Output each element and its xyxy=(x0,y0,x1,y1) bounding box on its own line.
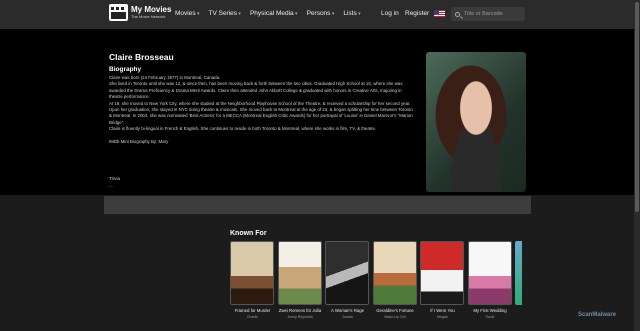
movie-poster[interactable] xyxy=(372,241,417,305)
movie-role: Suzie xyxy=(485,315,495,319)
bio-paragraph: She lived in Toronto until she was 12, &… xyxy=(109,81,403,100)
movie-role: Jenny Reynolds xyxy=(287,315,313,319)
login-link[interactable]: Log in xyxy=(381,10,399,17)
logo-subtitle: The Movie Network xyxy=(131,14,166,19)
movie-card[interactable]: My First Wedding Suzie xyxy=(467,241,513,319)
register-link[interactable]: Register xyxy=(405,10,429,17)
person-photo xyxy=(426,52,526,192)
trivia-label: Trivia xyxy=(109,176,121,181)
movie-poster[interactable] xyxy=(325,241,369,305)
biography-heading: Biography xyxy=(109,66,142,73)
search-icon xyxy=(455,11,460,17)
movie-role: Jordan xyxy=(342,315,353,319)
movie-poster[interactable] xyxy=(467,241,512,305)
movie-poster[interactable] xyxy=(230,241,274,305)
bio-paragraph: Claire is fluently bi-lingual in French … xyxy=(109,126,377,132)
movie-card[interactable]: A Woman's Rage Jordan xyxy=(325,241,370,319)
nav-movies[interactable]: Movies xyxy=(175,10,200,17)
movie-title[interactable]: A Woman's Rage xyxy=(325,308,370,313)
site-logo[interactable]: My Movies The Movie Network xyxy=(109,4,171,21)
biography-text: Claire was born (24 February 1977) in Mo… xyxy=(109,75,415,145)
watermark: ScanMalware xyxy=(578,312,617,318)
movie-poster[interactable] xyxy=(277,241,322,305)
known-for-heading: Known For xyxy=(230,230,267,237)
search-placeholder: Title or Barcode xyxy=(464,11,503,17)
movie-poster-partial[interactable] xyxy=(515,241,522,305)
section-divider xyxy=(104,196,531,214)
movie-card[interactable]: Framed for Murder Charlie xyxy=(230,241,275,319)
top-navigation: My Movies The Movie Network Movies TV Se… xyxy=(0,0,634,29)
person-name: Claire Brosseau xyxy=(109,52,174,62)
movie-title[interactable]: Zwei Romeos für Julia xyxy=(278,308,323,313)
movie-role: Charlie xyxy=(246,315,259,319)
logo-title: My Movies xyxy=(131,5,172,14)
nav-tv-series[interactable]: TV Series xyxy=(209,10,241,17)
movie-title[interactable]: Framed for Murder xyxy=(230,308,275,313)
movie-role: Megan xyxy=(437,315,448,319)
movie-title[interactable]: My First Wedding xyxy=(468,308,513,313)
known-for-list: Framed for Murder Charlie Zwei Romeos fü… xyxy=(230,241,522,319)
movie-poster[interactable] xyxy=(420,241,464,305)
movie-card[interactable]: If I Were You Megan xyxy=(420,241,465,319)
main-menu: Movies TV Series Physical Media Persons … xyxy=(175,10,370,17)
nav-persons[interactable]: Persons xyxy=(307,10,335,17)
trivia-more[interactable]: ... xyxy=(109,183,113,188)
page-scrollbar[interactable] xyxy=(634,0,640,331)
search-input[interactable]: Title or Barcode xyxy=(451,7,525,21)
clapperboard-icon xyxy=(109,4,128,21)
movie-title[interactable]: If I Were You xyxy=(420,308,465,313)
nav-lists[interactable]: Lists xyxy=(343,10,360,17)
bio-credit: IMDb Mini Biography By: Mary xyxy=(109,139,169,145)
movie-card[interactable]: Zwei Romeos für Julia Jenny Reynolds xyxy=(277,241,323,319)
movie-card[interactable]: Geraldine's Fortune Make-Up Girl xyxy=(372,241,418,319)
movie-role: Make-Up Girl xyxy=(384,315,406,319)
bio-paragraph: At 19, she moved to New York City, where… xyxy=(109,100,413,125)
nav-physical-media[interactable]: Physical Media xyxy=(250,10,298,17)
movie-title[interactable]: Geraldine's Fortune xyxy=(373,308,418,313)
scrollbar-thumb[interactable] xyxy=(635,2,639,212)
us-flag-icon[interactable] xyxy=(434,10,445,17)
